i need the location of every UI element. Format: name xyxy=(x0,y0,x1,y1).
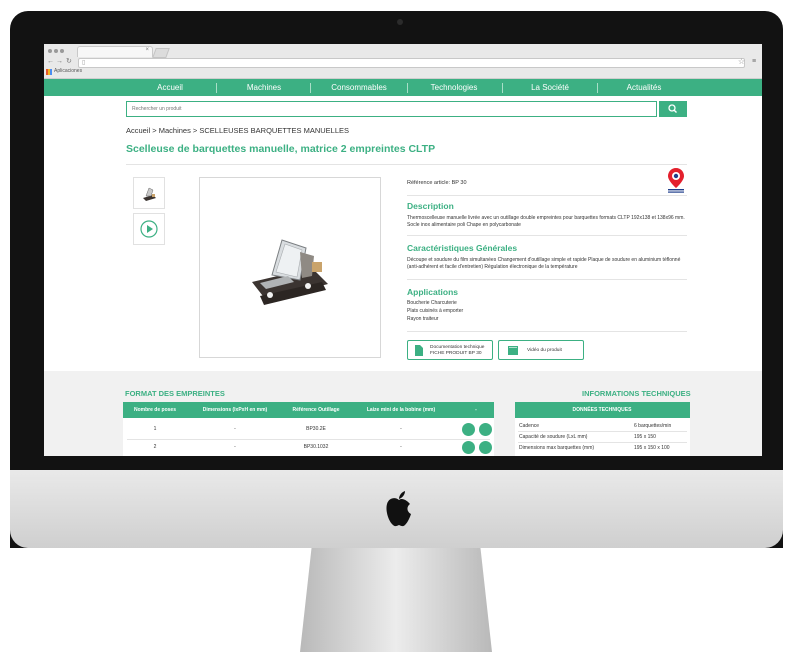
divider xyxy=(126,164,687,165)
edit-icon[interactable] xyxy=(479,441,492,454)
tech-info-table: DONNÉES TECHNIQUES Cadence 6 barquettes/… xyxy=(515,402,690,456)
minimize-window-dot[interactable] xyxy=(54,49,58,53)
search-input[interactable] xyxy=(126,101,657,117)
column-header: Laize mini de la bobine (mm) xyxy=(366,407,436,413)
browser-tab[interactable]: × xyxy=(77,46,153,57)
edit-icon[interactable] xyxy=(479,423,492,436)
product-reference: Référence article: BP 30 xyxy=(407,180,467,186)
divider xyxy=(518,442,687,443)
close-tab-icon[interactable]: × xyxy=(145,47,149,53)
browser-chrome: × ← → ↻ ▯ ☆ ≡ Aplicaciones xyxy=(44,44,762,79)
nav-separator xyxy=(502,83,503,93)
spec-value: 6 barquettes/min xyxy=(634,423,672,429)
search-button[interactable] xyxy=(659,101,687,117)
divider xyxy=(127,439,490,440)
divider xyxy=(407,331,687,332)
table-cell: - xyxy=(400,444,402,450)
main-nav: Accueil Machines Consommables Technologi… xyxy=(44,79,762,96)
application-item: Plats cuisinés à emporter xyxy=(407,308,464,314)
spec-value: 195 x 150 x 100 xyxy=(634,445,670,451)
nav-separator xyxy=(310,83,311,93)
doc-button-line2: FICHE PRODUIT BP 30 xyxy=(430,351,482,356)
maximize-window-dot[interactable] xyxy=(60,49,64,53)
breadcrumb[interactable]: Accueil > Machines > SCELLEUSES BARQUETT… xyxy=(126,126,349,135)
play-icon xyxy=(140,220,158,238)
application-item: Boucherie Charcuterie xyxy=(407,300,457,306)
address-bar[interactable]: ▯ ☆ xyxy=(78,57,745,68)
divider xyxy=(407,279,687,280)
bookmark-star-icon[interactable]: ☆ xyxy=(738,57,745,66)
origine-france-garantie-logo xyxy=(668,168,684,193)
doc-button-line1: Documentation technique xyxy=(430,345,485,350)
nav-item-technologies[interactable]: Technologies xyxy=(431,79,478,96)
forward-icon[interactable]: → xyxy=(56,58,63,66)
apps-grid-icon[interactable] xyxy=(46,69,52,75)
nav-separator xyxy=(407,83,408,93)
page-title: Scelleuse de barquettes manuelle, matric… xyxy=(126,143,436,155)
spec-value: 195 x 150 xyxy=(634,434,656,440)
video-button-label: Vidéo du produit xyxy=(527,348,562,353)
new-tab-button[interactable] xyxy=(152,48,170,58)
bookmarks-apps-label[interactable]: Aplicaciones xyxy=(54,68,82,74)
column-header: DONNÉES TECHNIQUES xyxy=(572,407,632,413)
application-item: Rayon traiteur xyxy=(407,316,439,322)
divider xyxy=(518,431,687,432)
table-cell: BP30.1032 xyxy=(303,444,329,450)
search-icon xyxy=(668,104,677,113)
video-icon xyxy=(508,346,518,355)
nav-item-actualites[interactable]: Actualités xyxy=(627,79,662,96)
cart-icon[interactable] xyxy=(462,441,475,454)
close-window-dot[interactable] xyxy=(48,49,52,53)
browser-menu-icon[interactable]: ≡ xyxy=(752,58,756,66)
nav-item-machines[interactable]: Machines xyxy=(247,79,281,96)
description-text: Thermoscelleuse manuelle livrée avec un … xyxy=(407,215,685,228)
doc-button-label: Documentation technique FICHE PRODUIT BP… xyxy=(430,345,484,357)
product-image-frame[interactable] xyxy=(199,177,381,358)
tech-info-title: INFORMATIONS TECHNIQUES xyxy=(582,389,691,398)
divider xyxy=(407,235,687,236)
product-video-button[interactable]: Vidéo du produit xyxy=(498,340,584,360)
nav-item-la-societe[interactable]: La Société xyxy=(531,79,569,96)
apple-logo-icon xyxy=(386,491,411,527)
nav-item-accueil[interactable]: Accueil xyxy=(157,79,183,96)
table-cell: - xyxy=(234,444,236,450)
nav-separator xyxy=(216,83,217,93)
spec-label: Dimensions max barquettes (mm) xyxy=(519,445,595,451)
column-header: Dimensions (lxPxH en mm) xyxy=(202,407,268,413)
divider xyxy=(407,195,687,196)
description-heading: Description xyxy=(407,201,454,211)
page-icon: ▯ xyxy=(82,60,86,66)
reload-icon[interactable]: ↻ xyxy=(66,58,72,66)
technical-documentation-button[interactable]: Documentation technique FICHE PRODUIT BP… xyxy=(407,340,493,360)
formats-table-header: Nombre de poses Dimensions (lxPxH en mm)… xyxy=(123,402,494,418)
nav-item-consommables[interactable]: Consommables xyxy=(331,79,387,96)
webcam-icon xyxy=(397,19,403,25)
table-cell: - xyxy=(400,426,402,432)
features-text: Découpe et soudure du film simultanées C… xyxy=(407,257,681,270)
video-thumbnail[interactable] xyxy=(133,213,165,245)
table-cell: 2 xyxy=(153,444,157,450)
table-cell: BP30.2E xyxy=(306,426,326,432)
column-header: Référence Outillage xyxy=(292,407,340,413)
screen: × ← → ↻ ▯ ☆ ≡ Aplicaciones Accueil Machi… xyxy=(44,44,762,456)
nav-separator xyxy=(597,83,598,93)
applications-heading: Applications xyxy=(407,287,459,297)
table-cell: - xyxy=(234,426,236,432)
formats-title: FORMAT DES EMPREINTES xyxy=(125,389,225,398)
formats-table: Nombre de poses Dimensions (lxPxH en mm)… xyxy=(123,402,494,456)
table-cell: 1 xyxy=(153,426,157,432)
column-header: Nombre de poses xyxy=(134,407,176,413)
product-thumbnail[interactable] xyxy=(133,177,165,209)
spec-label: Cadence xyxy=(519,423,540,429)
cart-icon[interactable] xyxy=(462,423,475,436)
features-heading: Caractéristiques Générales xyxy=(407,243,518,253)
column-header: - xyxy=(475,407,477,413)
document-icon xyxy=(415,345,423,356)
spec-label: Capacité de soudure (LxL mm) xyxy=(519,434,588,440)
imac-stand xyxy=(300,548,492,652)
machine-thumbnail-image xyxy=(143,187,156,201)
sealing-machine-image xyxy=(252,239,328,305)
back-icon[interactable]: ← xyxy=(47,58,54,66)
tech-info-header: DONNÉES TECHNIQUES xyxy=(515,402,690,418)
